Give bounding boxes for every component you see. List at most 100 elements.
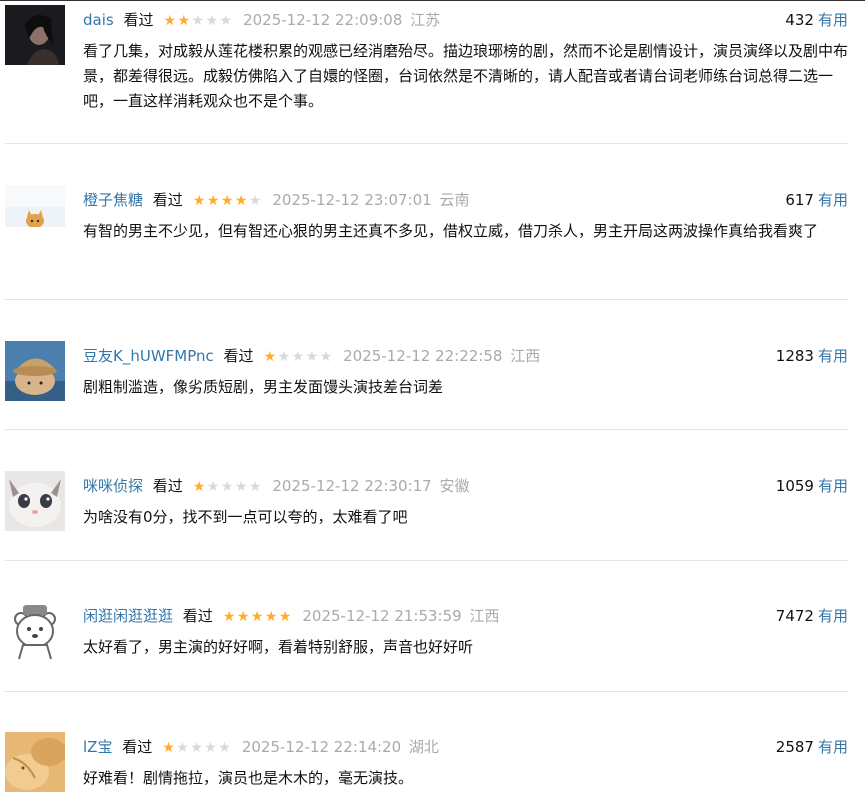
useful-button[interactable]: 有用 — [818, 738, 848, 756]
star-empty-icon: ★ — [218, 740, 231, 756]
username-link[interactable]: lZ宝 — [83, 738, 112, 756]
star-empty-icon: ★ — [248, 479, 262, 495]
star-filled-icon: ★ — [236, 609, 250, 625]
star-empty-icon: ★ — [277, 349, 291, 365]
vote-area: 2587 有用 — [776, 732, 848, 762]
vote-area: 7472 有用 — [776, 601, 848, 631]
avatar-cat-peeking[interactable] — [5, 185, 65, 245]
watch-status: 看过 — [182, 607, 213, 625]
comment-info: 咪咪侦探 看过 ★ ★ ★ ★ ★ 2025-12-12 22:30:17 安徽 105… — [83, 471, 848, 501]
rating-stars: ★ ★ ★ ★ ★ — [192, 472, 262, 502]
comment-info: lZ宝 看过 ★ ★ ★ ★ ★ 2025-12-12 22:14:20 湖北 2587… — [83, 732, 848, 762]
divider — [5, 299, 848, 300]
comment-text: 看了几集，对成毅从莲花楼积累的观感已经消磨殆尽。描边琅琊榜的剧，然而不论是剧情设… — [83, 42, 849, 110]
comment-info: 橙子焦糖 看过 ★ ★ ★ ★ ★ 2025-12-12 23:07:01 云南 617… — [83, 185, 848, 215]
comment-info: 豆友K_hUWFMPnc 看过 ★ ★ ★ ★ ★ 2025-12-12 22:22:5… — [83, 341, 848, 371]
star-filled-icon: ★ — [162, 740, 175, 756]
star-filled-icon: ★ — [278, 609, 292, 625]
avatar-sad-kitten[interactable] — [5, 471, 65, 531]
star-empty-icon: ★ — [206, 479, 220, 495]
star-filled-icon: ★ — [192, 193, 206, 209]
rating-stars: ★ ★ ★ ★ ★ — [192, 186, 262, 216]
star-filled-icon: ★ — [177, 13, 191, 29]
watch-status: 看过 — [223, 347, 254, 365]
vote-count: 432 — [785, 11, 814, 29]
divider — [5, 691, 848, 692]
comment-time: 2025-12-12 22:09:08 — [243, 11, 403, 29]
vote-area: 617 有用 — [785, 185, 848, 215]
comment-time: 2025-12-12 23:07:01 — [272, 191, 432, 209]
avatar-golden-cat[interactable] — [5, 732, 65, 792]
comment-location: 江苏 — [410, 11, 441, 29]
star-filled-icon: ★ — [264, 609, 278, 625]
vote-count: 1059 — [775, 477, 814, 495]
comment-location: 安徽 — [439, 477, 470, 495]
useful-button[interactable]: 有用 — [818, 477, 848, 495]
vote-count: 617 — [785, 191, 814, 209]
username-link[interactable]: 闲逛闲逛逛逛 — [83, 607, 173, 625]
useful-button[interactable]: 有用 — [818, 191, 848, 209]
comment-time: 2025-12-12 21:53:59 — [302, 607, 462, 625]
star-filled-icon: ★ — [263, 349, 277, 365]
comment-location: 江西 — [510, 347, 541, 365]
username-link[interactable]: 咪咪侦探 — [83, 477, 143, 495]
star-filled-icon: ★ — [220, 193, 234, 209]
comment-time: 2025-12-12 22:14:20 — [241, 738, 402, 756]
star-filled-icon: ★ — [234, 193, 248, 209]
star-empty-icon: ★ — [204, 740, 217, 756]
rating-stars: ★ ★ ★ ★ ★ — [161, 733, 231, 763]
comment-text: 有智的男主不少见，但有智还心狠的男主还真不多见，借权立威，借刀杀人，男主开局这两… — [83, 222, 819, 240]
username-link[interactable]: dais — [83, 11, 114, 29]
username-link[interactable]: 豆友K_hUWFMPnc — [83, 347, 214, 365]
useful-button[interactable]: 有用 — [818, 347, 848, 365]
star-empty-icon: ★ — [319, 349, 333, 365]
watch-status: 看过 — [123, 11, 154, 29]
watch-status: 看过 — [122, 738, 153, 756]
star-empty-icon: ★ — [205, 13, 219, 29]
vote-count: 7472 — [775, 607, 814, 625]
watch-status: 看过 — [152, 191, 183, 209]
star-empty-icon: ★ — [248, 193, 262, 209]
watch-status: 看过 — [152, 477, 183, 495]
vote-count: 2587 — [775, 738, 814, 756]
avatar-dog-with-hat[interactable] — [5, 341, 65, 401]
star-filled-icon: ★ — [163, 13, 177, 29]
comment-location: 江西 — [469, 607, 500, 625]
username-link[interactable]: 橙子焦糖 — [83, 191, 143, 209]
comment-text: 好难看！剧情拖拉，演员也是木木的，毫无演技。 — [83, 769, 414, 787]
comment-text: 剧粗制滥造，像劣质短剧，男主发面馒头演技差台词差 — [83, 378, 444, 396]
star-empty-icon: ★ — [176, 740, 189, 756]
comment-location: 云南 — [439, 191, 470, 209]
comment-time: 2025-12-12 22:22:58 — [343, 347, 503, 365]
divider — [5, 560, 848, 561]
star-filled-icon: ★ — [250, 609, 264, 625]
avatar-woman-dark-photo[interactable] — [5, 5, 65, 65]
comment-info: dais 看过 ★ ★ ★ ★ ★ 2025-12-12 22:09:08 江苏 432… — [83, 5, 848, 35]
divider — [5, 429, 848, 430]
comment-text: 太好看了，男主演的好好啊，看着特别舒服，声音也好好听 — [83, 638, 474, 656]
useful-button[interactable]: 有用 — [818, 11, 848, 29]
star-empty-icon: ★ — [305, 349, 319, 365]
useful-button[interactable]: 有用 — [818, 607, 848, 625]
divider — [5, 143, 848, 144]
vote-area: 432 有用 — [785, 5, 848, 35]
rating-stars: ★ ★ ★ ★ ★ — [222, 602, 292, 632]
star-empty-icon: ★ — [190, 740, 203, 756]
comment-info: 闲逛闲逛逛逛 看过 ★ ★ ★ ★ ★ 2025-12-12 21:53:59 江西 7… — [83, 601, 848, 631]
rating-stars: ★ ★ ★ ★ ★ — [162, 6, 233, 36]
vote-area: 1283 有用 — [776, 341, 848, 371]
star-filled-icon: ★ — [222, 609, 236, 625]
vote-area: 1059 有用 — [776, 471, 848, 501]
star-filled-icon: ★ — [206, 193, 220, 209]
rating-stars: ★ ★ ★ ★ ★ — [262, 342, 333, 372]
star-empty-icon: ★ — [234, 479, 248, 495]
comment-text: 为啥没有0分，找不到一点可以夸的，太难看了吧 — [83, 508, 408, 526]
star-empty-icon: ★ — [219, 13, 233, 29]
star-filled-icon: ★ — [192, 479, 206, 495]
star-empty-icon: ★ — [220, 479, 234, 495]
avatar-bear-cartoon[interactable] — [5, 601, 65, 661]
star-empty-icon: ★ — [291, 349, 305, 365]
comment-time: 2025-12-12 22:30:17 — [272, 477, 432, 495]
comment-location: 湖北 — [408, 738, 439, 756]
vote-count: 1283 — [775, 347, 814, 365]
